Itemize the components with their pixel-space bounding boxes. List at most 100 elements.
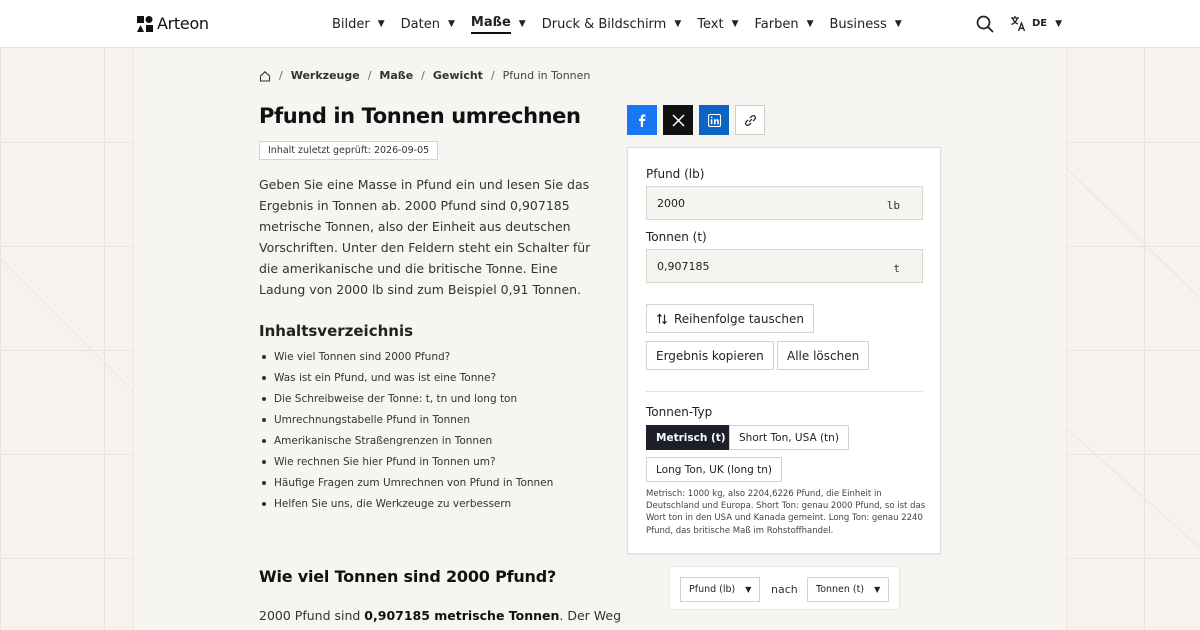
nav-label: Bilder bbox=[332, 16, 370, 32]
ton-type-label: Tonnen-Typ bbox=[646, 405, 713, 419]
converter-card: Pfund (lb) 2000 lb Tonnen (t) 0,907185 t… bbox=[627, 147, 941, 554]
intro-paragraph: Geben Sie eine Masse in Pfund ein und le… bbox=[259, 177, 591, 297]
ton-type-long[interactable]: Long Ton, UK (long tn) bbox=[646, 457, 783, 482]
breadcrumb-gewicht[interactable]: Gewicht bbox=[433, 69, 483, 82]
search-icon[interactable] bbox=[976, 15, 994, 33]
nav-label: Maße bbox=[470, 15, 511, 34]
caret-down-icon: ▼ bbox=[731, 19, 739, 29]
top-navbar: Arteon Bilder ▼ Daten ▼ Maße ▼ Druck & B… bbox=[0, 0, 1200, 48]
nav-label: Text bbox=[697, 16, 724, 32]
caret-down-icon: ▼ bbox=[1055, 18, 1063, 29]
tons-input[interactable]: 0,907185 t bbox=[646, 249, 923, 283]
tons-unit: t bbox=[893, 262, 900, 275]
breadcrumb-separator: / bbox=[421, 69, 425, 82]
ton-type-hint: Metrisch: 1000 kg, also 2204,6226 Pfund,… bbox=[646, 489, 926, 536]
breadcrumb-separator: / bbox=[490, 69, 495, 82]
nav-item-bilder[interactable]: Bilder ▼ bbox=[332, 0, 385, 48]
language-switcher[interactable]: DE ▼ bbox=[1010, 15, 1062, 32]
nav-item-business[interactable]: Business ▼ bbox=[830, 0, 902, 48]
toc-link[interactable]: Häufige Fragen zum Umrechnen von Pfund i… bbox=[262, 474, 553, 495]
brand-logo[interactable]: Arteon bbox=[137, 14, 209, 33]
nav-item-masse[interactable]: Maße ▼ bbox=[470, 0, 526, 48]
logo-icon bbox=[137, 15, 153, 32]
swap-order-button[interactable]: Reihenfolge tauschen bbox=[646, 304, 814, 333]
facebook-icon bbox=[639, 114, 646, 127]
nav-label: Business bbox=[829, 16, 887, 32]
ton-type-metric[interactable]: Metrisch (t) bbox=[646, 425, 736, 450]
copy-result-label: Ergebnis kopieren bbox=[656, 348, 764, 363]
ton-type-label-text: Short Ton, USA (tn) bbox=[739, 431, 839, 444]
caret-down-icon: ▼ bbox=[447, 19, 455, 29]
caret-down-icon: ▼ bbox=[745, 585, 752, 594]
breadcrumb-current: Pfund in Tonnen bbox=[502, 69, 591, 82]
share-facebook-button[interactable] bbox=[627, 105, 657, 135]
clear-all-label: Alle löschen bbox=[787, 348, 860, 363]
connector-text: nach bbox=[771, 583, 798, 596]
swap-icon bbox=[657, 313, 667, 324]
answer-highlight: 0,907185 metrische Tonnen bbox=[364, 608, 560, 623]
ton-type-label-text: Long Ton, UK (long tn) bbox=[656, 463, 773, 476]
toc-link[interactable]: Helfen Sie uns, die Werkzeuge zu verbess… bbox=[262, 495, 553, 516]
copy-result-button[interactable]: Ergebnis kopieren bbox=[646, 341, 774, 370]
toc-link[interactable]: Die Schreibweise der Tonne: t, tn und lo… bbox=[262, 390, 553, 411]
share-bar bbox=[627, 105, 765, 135]
ton-type-label-text: Metrisch (t) bbox=[656, 431, 726, 444]
answer-suffix: . Der Weg bbox=[559, 608, 622, 623]
nav-label: Farben bbox=[754, 16, 799, 32]
to-field-label: Tonnen (t) bbox=[646, 230, 707, 244]
table-of-contents: Wie viel Tonnen sind 2000 Pfund? Was ist… bbox=[262, 348, 553, 516]
caret-down-icon: ▼ bbox=[894, 19, 902, 29]
ton-type-short[interactable]: Short Ton, USA (tn) bbox=[729, 425, 849, 450]
home-icon[interactable] bbox=[259, 70, 271, 82]
pounds-value: 2000 bbox=[657, 197, 685, 210]
breadcrumb-separator: / bbox=[367, 69, 372, 82]
nav-item-druck-bildschirm[interactable]: Druck & Bildschirm ▼ bbox=[542, 0, 682, 48]
review-date-badge: Inhalt zuletzt geprüft: 2026-09-05 bbox=[259, 141, 439, 160]
answer-prefix: 2000 Pfund sind bbox=[259, 608, 365, 623]
translate-icon bbox=[1011, 16, 1026, 32]
toc-title: Inhaltsverzeichnis bbox=[259, 322, 414, 340]
toc-link[interactable]: Amerikanische Straßengrenzen in Tonnen bbox=[262, 432, 553, 453]
divider bbox=[646, 391, 923, 392]
pounds-input[interactable]: 2000 lb bbox=[646, 186, 923, 220]
toc-link[interactable]: Wie viel Tonnen sind 2000 Pfund? bbox=[262, 348, 553, 369]
nav-label: Druck & Bildschirm bbox=[541, 16, 667, 32]
nav-item-daten[interactable]: Daten ▼ bbox=[401, 0, 455, 48]
toc-link[interactable]: Umrechnungstabelle Pfund in Tonnen bbox=[262, 411, 553, 432]
nav-item-farben[interactable]: Farben ▼ bbox=[754, 0, 813, 48]
from-unit-select[interactable]: Pfund (lb) ▼ bbox=[680, 577, 761, 602]
breadcrumb-masse[interactable]: Maße bbox=[379, 69, 413, 82]
share-linkedin-button[interactable] bbox=[699, 105, 729, 135]
swap-order-label: Reihenfolge tauschen bbox=[674, 311, 804, 326]
section-title: Wie viel Tonnen sind 2000 Pfund? bbox=[259, 567, 557, 586]
page-title: Pfund in Tonnen umrechnen bbox=[259, 104, 581, 128]
breadcrumb: / Werkzeuge / Maße / Gewicht / Pfund in … bbox=[259, 69, 590, 82]
language-code: DE bbox=[1032, 18, 1048, 29]
breadcrumb-separator: / bbox=[279, 69, 283, 82]
tons-value: 0,907185 bbox=[657, 260, 710, 273]
clear-all-button[interactable]: Alle löschen bbox=[777, 341, 870, 370]
caret-down-icon: ▼ bbox=[806, 19, 814, 29]
toc-link[interactable]: Wie rechnen Sie hier Pfund in Tonnen um? bbox=[262, 453, 553, 474]
toc-link[interactable]: Was ist ein Pfund, und was ist eine Tonn… bbox=[262, 369, 553, 390]
pounds-unit: lb bbox=[886, 199, 900, 212]
x-icon bbox=[671, 113, 685, 127]
main-content: / Werkzeuge / Maße / Gewicht / Pfund in … bbox=[134, 48, 1066, 630]
nav-item-text[interactable]: Text ▼ bbox=[697, 0, 738, 48]
brand-name: Arteon bbox=[157, 14, 209, 33]
from-field-label: Pfund (lb) bbox=[646, 167, 705, 181]
copy-link-button[interactable] bbox=[735, 105, 765, 135]
nav-label: Daten bbox=[400, 16, 440, 32]
breadcrumb-werkzeuge[interactable]: Werkzeuge bbox=[291, 69, 360, 82]
main-nav: Bilder ▼ Daten ▼ Maße ▼ Druck & Bildschi… bbox=[332, 0, 918, 48]
caret-down-icon: ▼ bbox=[518, 19, 526, 29]
to-unit-select[interactable]: Tonnen (t) ▼ bbox=[807, 577, 890, 602]
answer-paragraph: 2000 Pfund sind 0,907185 metrische Tonne… bbox=[259, 608, 621, 623]
caret-down-icon: ▼ bbox=[874, 585, 881, 594]
linkedin-icon bbox=[707, 113, 721, 127]
from-unit-selected: Pfund (lb) bbox=[689, 584, 736, 595]
link-icon bbox=[744, 114, 756, 126]
share-x-button[interactable] bbox=[663, 105, 693, 135]
to-unit-selected: Tonnen (t) bbox=[816, 584, 865, 595]
unit-chooser: Pfund (lb) ▼ nach Tonnen (t) ▼ bbox=[669, 566, 900, 610]
